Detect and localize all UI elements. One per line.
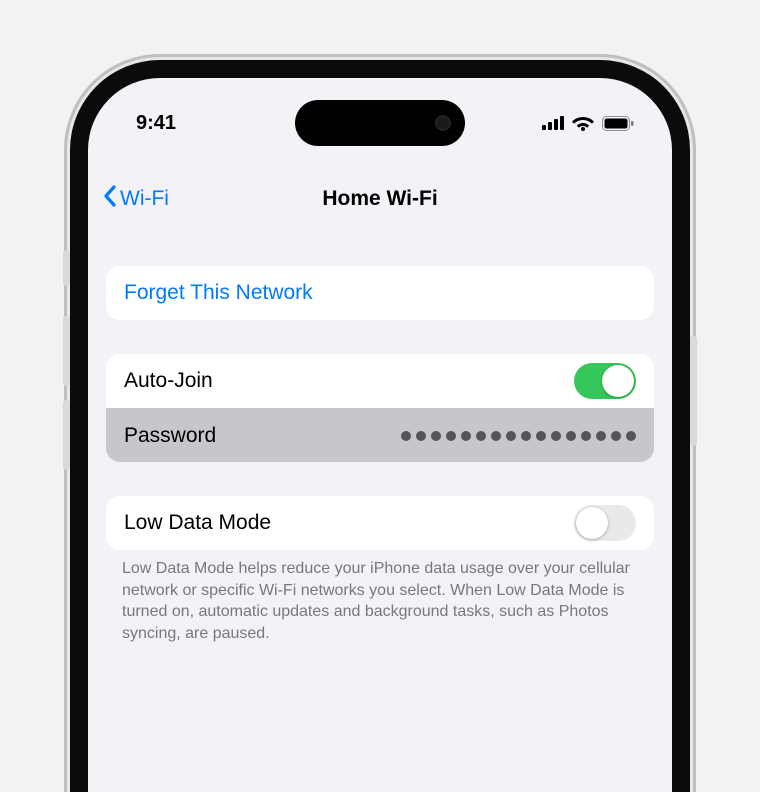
low-data-toggle[interactable] xyxy=(574,505,636,541)
low-data-row: Low Data Mode xyxy=(106,496,654,550)
wifi-icon xyxy=(572,115,594,131)
password-masked-value xyxy=(401,431,636,441)
screen: 9:41 xyxy=(88,78,672,792)
back-button[interactable]: Wi-Fi xyxy=(102,174,169,224)
low-data-label: Low Data Mode xyxy=(124,511,271,535)
forget-network-label: Forget This Network xyxy=(124,281,313,305)
page-title: Home Wi-Fi xyxy=(322,187,437,211)
silent-switch[interactable] xyxy=(63,250,70,286)
cellular-icon xyxy=(542,116,564,130)
status-bar: 9:41 xyxy=(88,78,672,168)
auto-join-row: Auto-Join xyxy=(106,354,654,408)
nav-bar: Wi-Fi Home Wi-Fi xyxy=(88,174,672,224)
chevron-left-icon xyxy=(102,184,118,214)
back-label: Wi-Fi xyxy=(120,187,169,211)
battery-icon xyxy=(602,116,634,131)
status-time: 9:41 xyxy=(136,112,176,135)
volume-up-button[interactable] xyxy=(63,316,70,386)
side-button[interactable] xyxy=(690,336,697,446)
auto-join-toggle[interactable] xyxy=(574,363,636,399)
low-data-footer: Low Data Mode helps reduce your iPhone d… xyxy=(122,558,638,644)
auto-join-label: Auto-Join xyxy=(124,369,213,393)
low-data-group: Low Data Mode xyxy=(106,496,654,550)
password-row[interactable]: Password xyxy=(106,408,654,462)
forget-group: Forget This Network xyxy=(106,266,654,320)
password-label: Password xyxy=(124,424,216,448)
content: Forget This Network Auto-Join Password xyxy=(88,238,672,792)
phone-frame: 9:41 xyxy=(70,60,690,792)
volume-down-button[interactable] xyxy=(63,400,70,470)
join-group: Auto-Join Password xyxy=(106,354,654,462)
forget-network-button[interactable]: Forget This Network xyxy=(106,266,654,320)
